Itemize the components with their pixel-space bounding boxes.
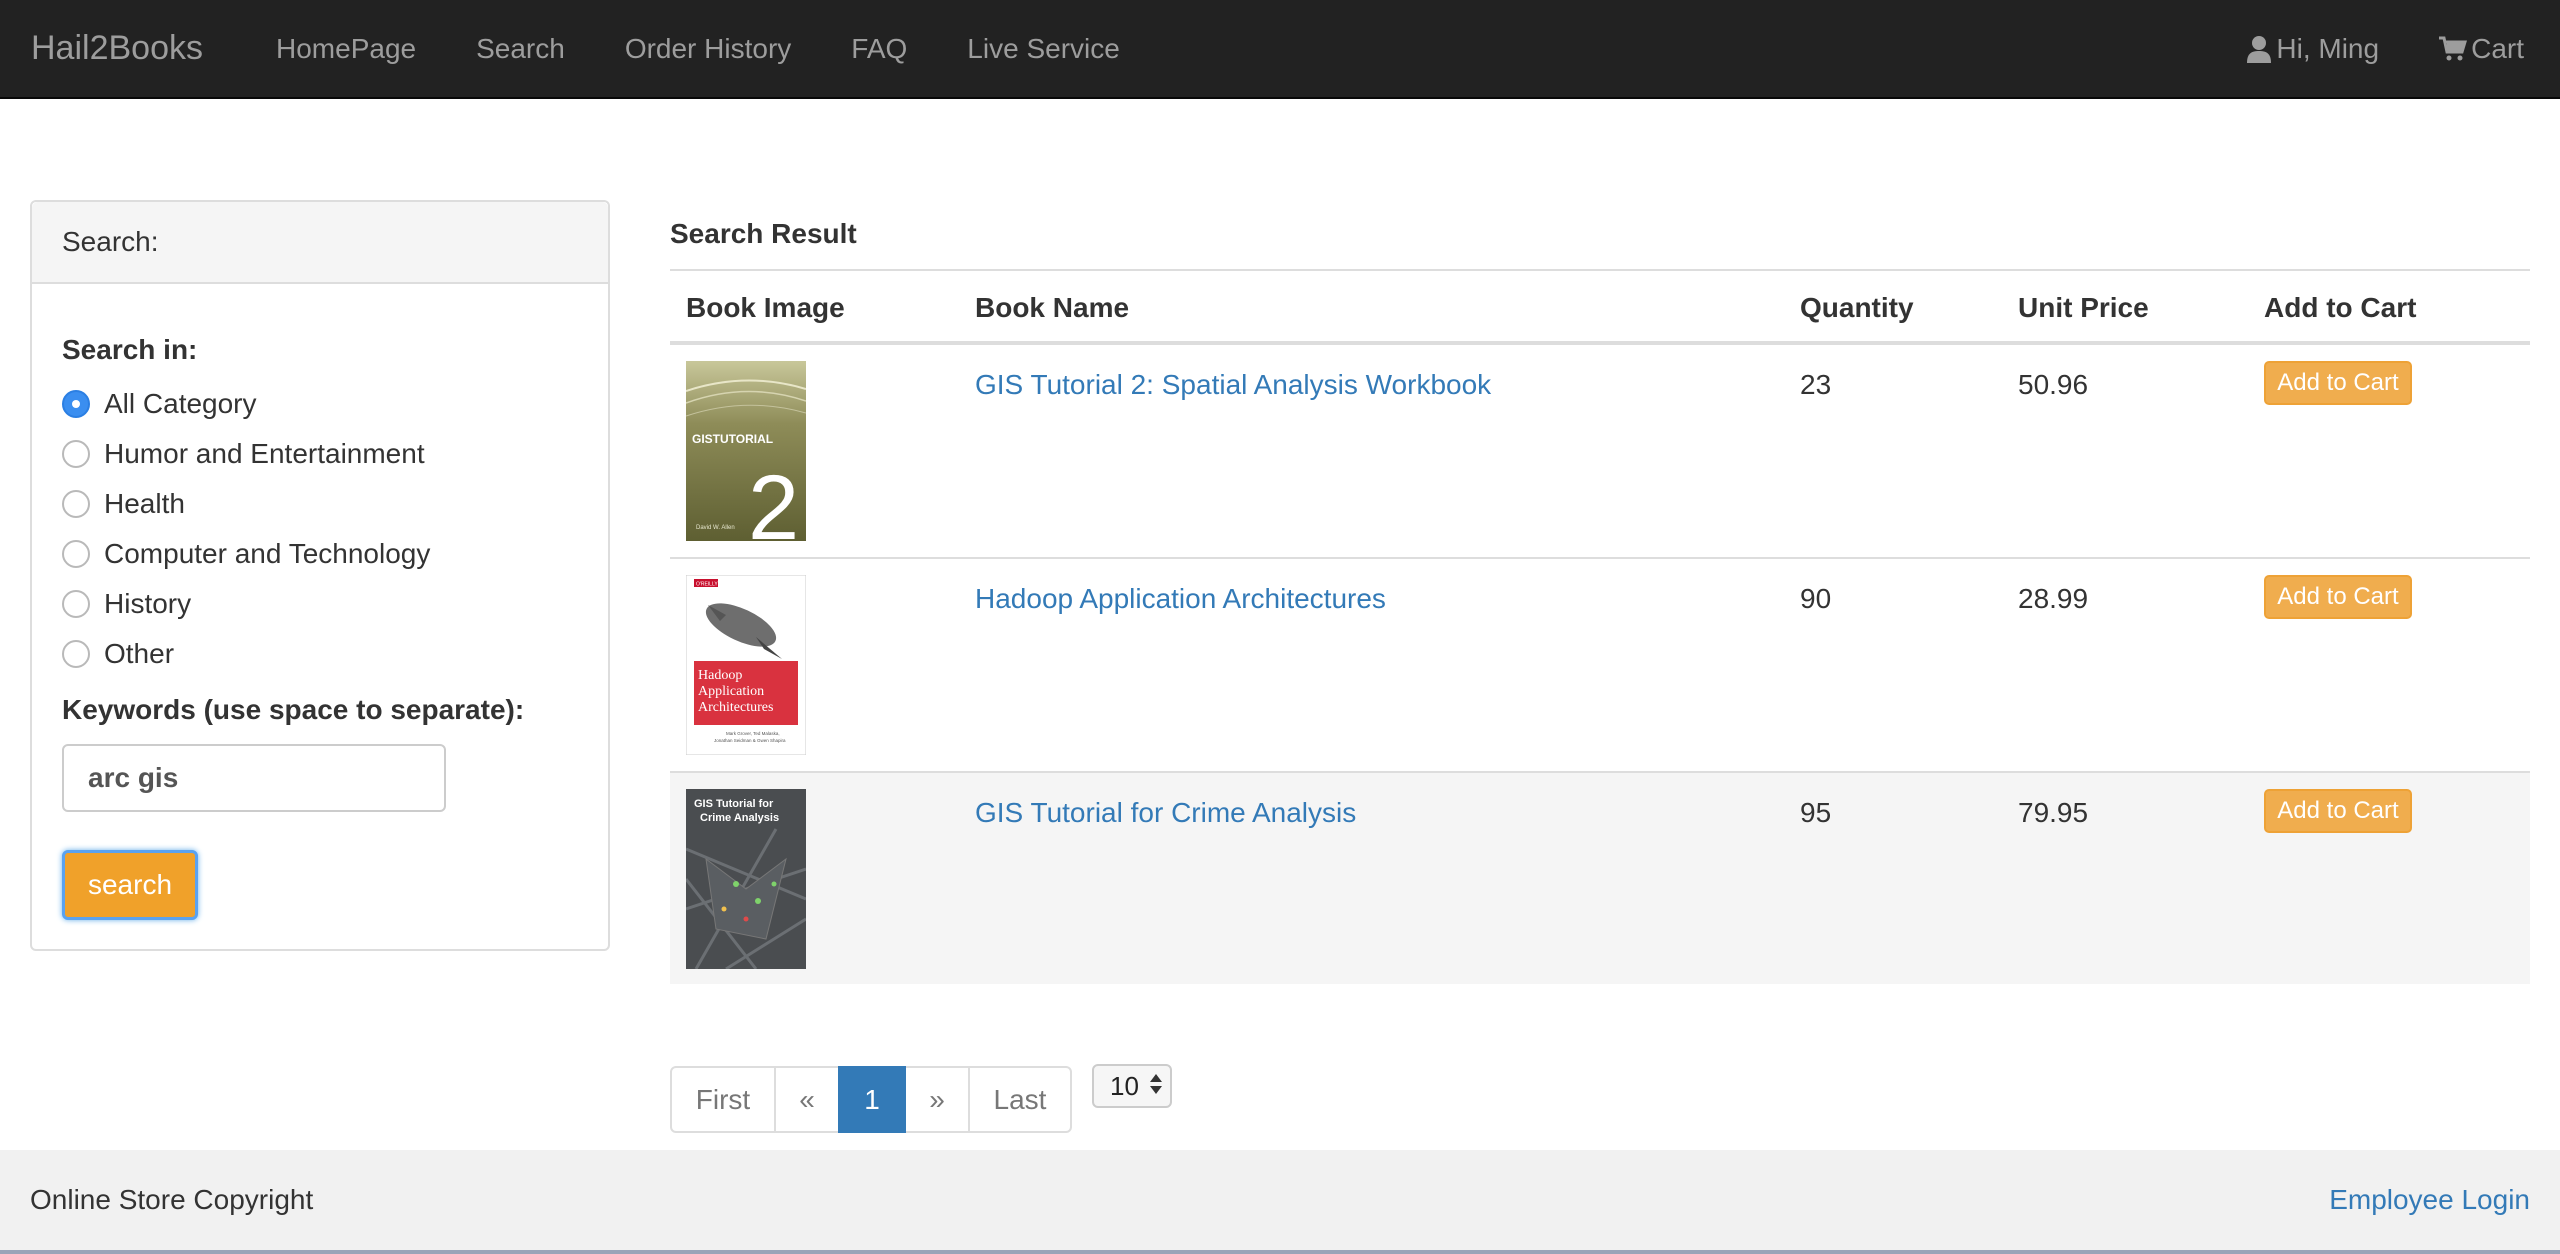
user-menu[interactable]: Hi, Ming [2216,0,2409,97]
employee-login-link[interactable]: Employee Login [2329,1150,2530,1250]
cover-title-line: GIS Tutorial for [694,798,774,810]
column-header-book-name: Book Name [975,292,1130,323]
select-arrows-icon [1150,1074,1162,1094]
radio-button[interactable] [62,540,90,568]
nav-link-live-service[interactable]: Live Service [937,0,1150,97]
radio-label: Health [104,488,185,519]
page-size-value: 10 [1110,1070,1139,1101]
column-header-add-to-cart: Add to Cart [2264,292,2417,323]
radio-button[interactable] [62,490,90,518]
book-name-link[interactable]: GIS Tutorial 2: Spatial Analysis Workboo… [975,369,1491,400]
keywords-label: Keywords (use space to separate): [62,694,525,725]
cart-label: Cart [2471,33,2524,64]
radio-button-checked[interactable] [62,390,90,418]
book-unit-price: 28.99 [2018,583,2089,614]
results-table: Book Image Book Name Quantity Unit Price… [670,269,2530,984]
cover-title-line: Architectures [698,700,773,715]
cover-title-text: GISTUTORIAL [692,432,773,446]
book-quantity: 95 [1800,797,1832,828]
search-button[interactable]: search [62,850,198,920]
radio-label: All Category [104,388,257,419]
keywords-input[interactable] [62,744,446,812]
book-name-link[interactable]: Hadoop Application Architectures [975,583,1386,614]
cart-link[interactable]: Cart [2409,0,2524,97]
cover-title-line: Application [698,684,764,699]
table-row: GIS Tutorial for Crime Analysis GIS Tuto… [670,773,2530,984]
add-to-cart-button[interactable]: Add to Cart [2264,575,2412,619]
pagination-current-page[interactable]: 1 [838,1066,906,1133]
add-to-cart-button[interactable]: Add to Cart [2264,789,2412,833]
radio-other[interactable]: Other [62,638,174,670]
cover-author-line: Jonathan Seidman & Gwen Shapira [714,738,786,743]
user-greeting: Hi, Ming [2276,33,2380,64]
user-icon [2247,35,2272,63]
radio-button[interactable] [62,590,90,618]
pagination: First « 1 » Last [670,1066,1072,1133]
nav-link-order-history[interactable]: Order History [595,0,821,97]
book-unit-price: 50.96 [2018,369,2089,400]
cover-author-text: David W. Allen [696,525,735,531]
nav-link-faq[interactable]: FAQ [821,0,937,97]
main-nav: HomePage Search Order History FAQ Live S… [246,0,1150,97]
cover-author-line: Mark Grover, Ted Malaska, [726,731,780,736]
book-quantity: 23 [1800,369,1832,400]
cover-title-line: Hadoop [698,668,742,683]
radio-history[interactable]: History [62,588,191,620]
footer: Online Store Copyright Employee Login [0,1150,2560,1254]
pagination-last[interactable]: Last [968,1066,1072,1133]
column-header-quantity: Quantity [1800,292,1914,323]
search-panel: Search: Search in: All Category Humor an… [30,200,610,951]
book-cover-image[interactable]: GIS Tutorial for Crime Analysis [686,789,806,969]
page-size-select[interactable]: 10 [1092,1064,1172,1108]
search-in-label: Search in: [62,334,198,365]
table-header: Book Image Book Name Quantity Unit Price… [670,269,2530,345]
column-header-book-image: Book Image [686,292,845,323]
radio-label: Computer and Technology [104,538,431,569]
table-row: GISTUTORIAL 2 David W. Allen GIS Tutoria… [670,345,2530,559]
book-quantity: 90 [1800,583,1832,614]
radio-label: Other [104,638,175,669]
radio-computer-technology[interactable]: Computer and Technology [62,538,430,570]
search-panel-heading: Search: [32,202,608,284]
book-unit-price: 79.95 [2018,797,2089,828]
cover-number-text: 2 [748,457,799,541]
cart-icon [2439,36,2468,60]
radio-label: History [104,588,192,619]
radio-health[interactable]: Health [62,488,185,520]
book-name-link[interactable]: GIS Tutorial for Crime Analysis [975,797,1356,828]
user-nav: Hi, Ming Cart [2216,0,2524,97]
pagination-first[interactable]: First [670,1066,776,1133]
add-to-cart-button[interactable]: Add to Cart [2264,361,2412,405]
radio-humor-entertainment[interactable]: Humor and Entertainment [62,438,425,470]
nav-link-homepage[interactable]: HomePage [246,0,446,97]
cover-publisher-text: O'REILLY [696,582,718,588]
cover-title-line: Crime Analysis [700,812,779,824]
column-header-unit-price: Unit Price [2018,292,2149,323]
footer-copyright: Online Store Copyright [30,1184,314,1215]
top-navbar: Hail2Books HomePage Search Order History… [0,0,2560,99]
book-cover-image[interactable]: O'REILLY Hadoop Application Architecture… [686,575,806,755]
nav-link-search[interactable]: Search [446,0,595,97]
radio-button[interactable] [62,440,90,468]
table-row: O'REILLY Hadoop Application Architecture… [670,559,2530,773]
radio-label: Humor and Entertainment [104,438,425,469]
radio-button[interactable] [62,640,90,668]
radio-all-category[interactable]: All Category [62,388,257,420]
pagination-next[interactable]: » [904,1066,970,1133]
book-cover-image[interactable]: GISTUTORIAL 2 David W. Allen [686,361,806,541]
search-result-title: Search Result [670,218,857,249]
pagination-prev[interactable]: « [774,1066,840,1133]
brand-logo[interactable]: Hail2Books [31,0,203,97]
